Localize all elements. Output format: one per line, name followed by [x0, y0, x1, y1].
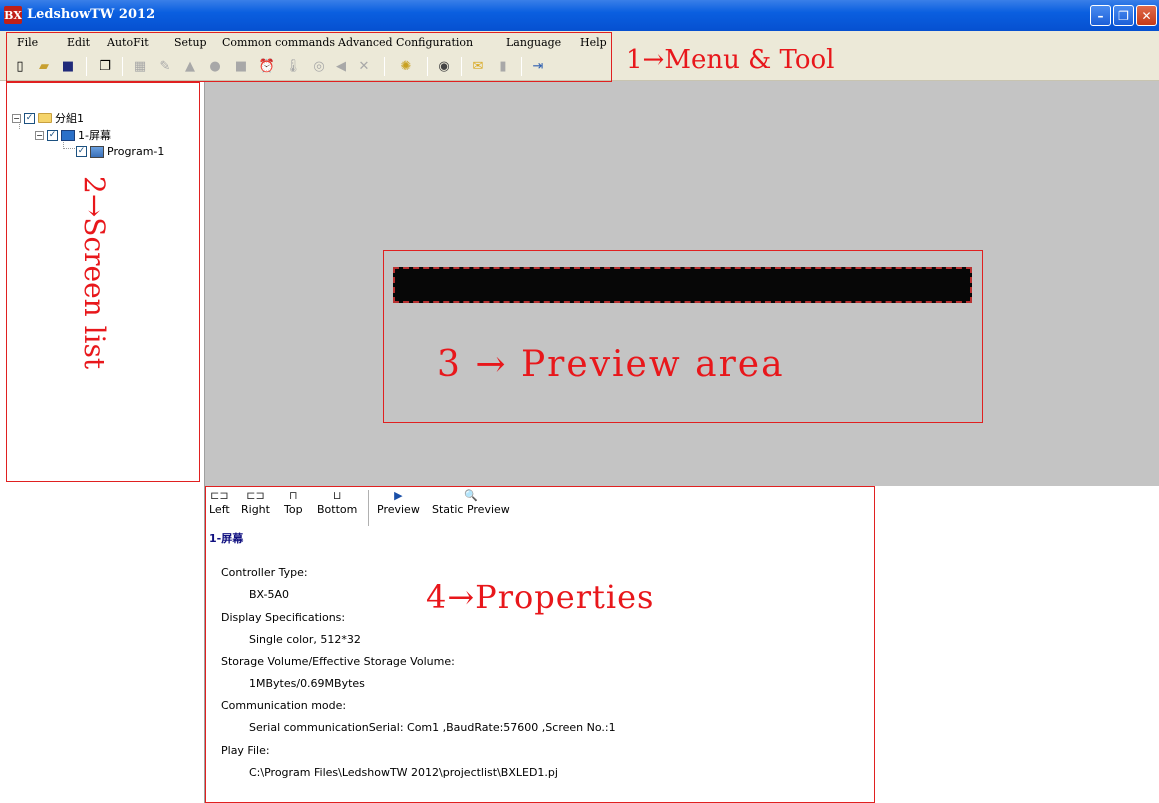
- align-left-icon: ⊏⊐: [210, 489, 229, 502]
- close-button[interactable]: ✕: [1136, 5, 1157, 26]
- group-label: 分組1: [55, 112, 84, 125]
- toolbar: ▯ ▰ ■ ❐ ▦ ✎ ▲ ● ■ ⏰ 🌡 ◎ ◀ ✕ ✺ ◉ ✉ ▮ ⇥: [0, 53, 1159, 81]
- exit-icon[interactable]: ⇥: [529, 57, 547, 75]
- new-icon[interactable]: ▯: [11, 57, 29, 75]
- clock-icon[interactable]: ◉: [435, 57, 453, 75]
- open-folder-icon[interactable]: ▰: [35, 57, 53, 75]
- monitor-icon: [61, 129, 75, 141]
- controller-type-label: Controller Type:: [221, 566, 308, 579]
- screen-list-annotation: 2→Screen list: [78, 176, 111, 370]
- comm-mode-value: Serial communicationSerial: Com1 ,BaudRa…: [249, 721, 616, 734]
- window-icon[interactable]: ❐: [96, 57, 114, 75]
- square-icon[interactable]: ■: [232, 57, 250, 75]
- display-spec-label: Display Specifications:: [221, 611, 346, 624]
- preview-label: Preview: [377, 503, 420, 516]
- comm-mode-label: Communication mode:: [221, 699, 347, 712]
- usb-icon[interactable]: ▮: [494, 57, 512, 75]
- speaker-icon[interactable]: ◀: [332, 57, 350, 75]
- play-file-value: C:\Program Files\LedshowTW 2012\projectl…: [249, 766, 558, 779]
- led-screen-preview[interactable]: [393, 267, 972, 303]
- display-spec-value: Single color, 512*32: [249, 633, 361, 646]
- menu-help[interactable]: Help: [580, 36, 607, 49]
- static-preview-label: Static Preview: [432, 503, 510, 516]
- group-checkbox[interactable]: ✓: [24, 112, 35, 124]
- static-preview-button[interactable]: 🔍 Static Preview: [432, 489, 510, 516]
- title-bar: BX LedshowTW 2012 – ❐ ✕: [0, 0, 1159, 31]
- circle-icon[interactable]: ●: [206, 57, 224, 75]
- menu-setup[interactable]: Setup: [174, 36, 207, 49]
- menu-autofit[interactable]: AutoFit: [107, 36, 149, 49]
- window-title: LedshowTW 2012: [27, 7, 156, 22]
- tree-node-program[interactable]: ✓ Program-1: [76, 145, 164, 158]
- minimize-button[interactable]: –: [1090, 5, 1111, 26]
- play-file-label: Play File:: [221, 744, 270, 757]
- grid-icon[interactable]: ▦: [131, 57, 149, 75]
- storage-label: Storage Volume/Effective Storage Volume:: [221, 655, 455, 668]
- collapse-icon[interactable]: −: [35, 130, 44, 140]
- alarm-icon[interactable]: ⏰: [258, 57, 276, 75]
- preview-button[interactable]: ▶ Preview: [377, 489, 420, 516]
- menu-language[interactable]: Language: [506, 36, 561, 49]
- counter-icon[interactable]: ◎: [310, 57, 328, 75]
- menu-edit[interactable]: Edit: [67, 36, 90, 49]
- restore-button[interactable]: ❐: [1113, 5, 1134, 26]
- align-bottom-button[interactable]: ⊔ Bottom: [317, 489, 357, 516]
- properties-annotation: 4→Properties: [426, 578, 655, 616]
- align-left-label: Left: [209, 503, 230, 516]
- storage-value: 1MBytes/0.69MBytes: [249, 677, 365, 690]
- edit-icon[interactable]: ✎: [156, 57, 174, 75]
- app-logo-icon: BX: [4, 6, 22, 24]
- menu-file[interactable]: File: [17, 36, 38, 49]
- controller-type-value: BX-5A0: [249, 588, 290, 601]
- menu-tool-annotation: 1→Menu & Tool: [626, 45, 835, 75]
- tree-node-group[interactable]: − ✓ 分組1: [12, 110, 84, 126]
- align-top-label: Top: [284, 503, 303, 516]
- delete-icon[interactable]: ✕: [355, 57, 373, 75]
- align-bottom-icon: ⊔: [332, 489, 342, 502]
- bulb-icon[interactable]: ✺: [397, 57, 415, 75]
- align-right-icon: ⊏⊐: [246, 489, 265, 502]
- thermometer-icon[interactable]: 🌡: [284, 57, 302, 75]
- menu-bar: File Edit AutoFit Setup Common commands …: [0, 31, 1159, 53]
- menu-common-commands[interactable]: Common commands: [222, 36, 335, 49]
- message-icon[interactable]: ✉: [469, 57, 487, 75]
- align-right-button[interactable]: ⊏⊐ Right: [241, 489, 270, 516]
- preview-area-annotation: 3 → Preview area: [437, 344, 785, 385]
- magnifier-icon: 🔍: [464, 489, 478, 502]
- folder-icon: [38, 113, 52, 123]
- align-left-button[interactable]: ⊏⊐ Left: [209, 489, 230, 516]
- screen-label: 1-屏幕: [78, 129, 111, 142]
- align-top-icon: ⊓: [288, 489, 298, 502]
- program-icon: [90, 145, 104, 158]
- save-icon[interactable]: ■: [59, 57, 77, 75]
- align-top-button[interactable]: ⊓ Top: [284, 489, 303, 516]
- align-bottom-label: Bottom: [317, 503, 358, 516]
- program-label: Program-1: [107, 145, 165, 158]
- tree-node-screen[interactable]: − ✓ 1-屏幕: [35, 127, 111, 143]
- program-checkbox[interactable]: ✓: [76, 146, 87, 157]
- align-right-label: Right: [241, 503, 270, 516]
- screen-name-heading: 1-屏幕: [209, 532, 244, 545]
- screen-checkbox[interactable]: ✓: [47, 129, 58, 141]
- brightness-icon[interactable]: ▲: [181, 57, 199, 75]
- collapse-icon[interactable]: −: [12, 113, 21, 123]
- play-icon: ▶: [394, 489, 403, 502]
- menu-advanced-configuration[interactable]: Advanced Configuration: [338, 36, 473, 49]
